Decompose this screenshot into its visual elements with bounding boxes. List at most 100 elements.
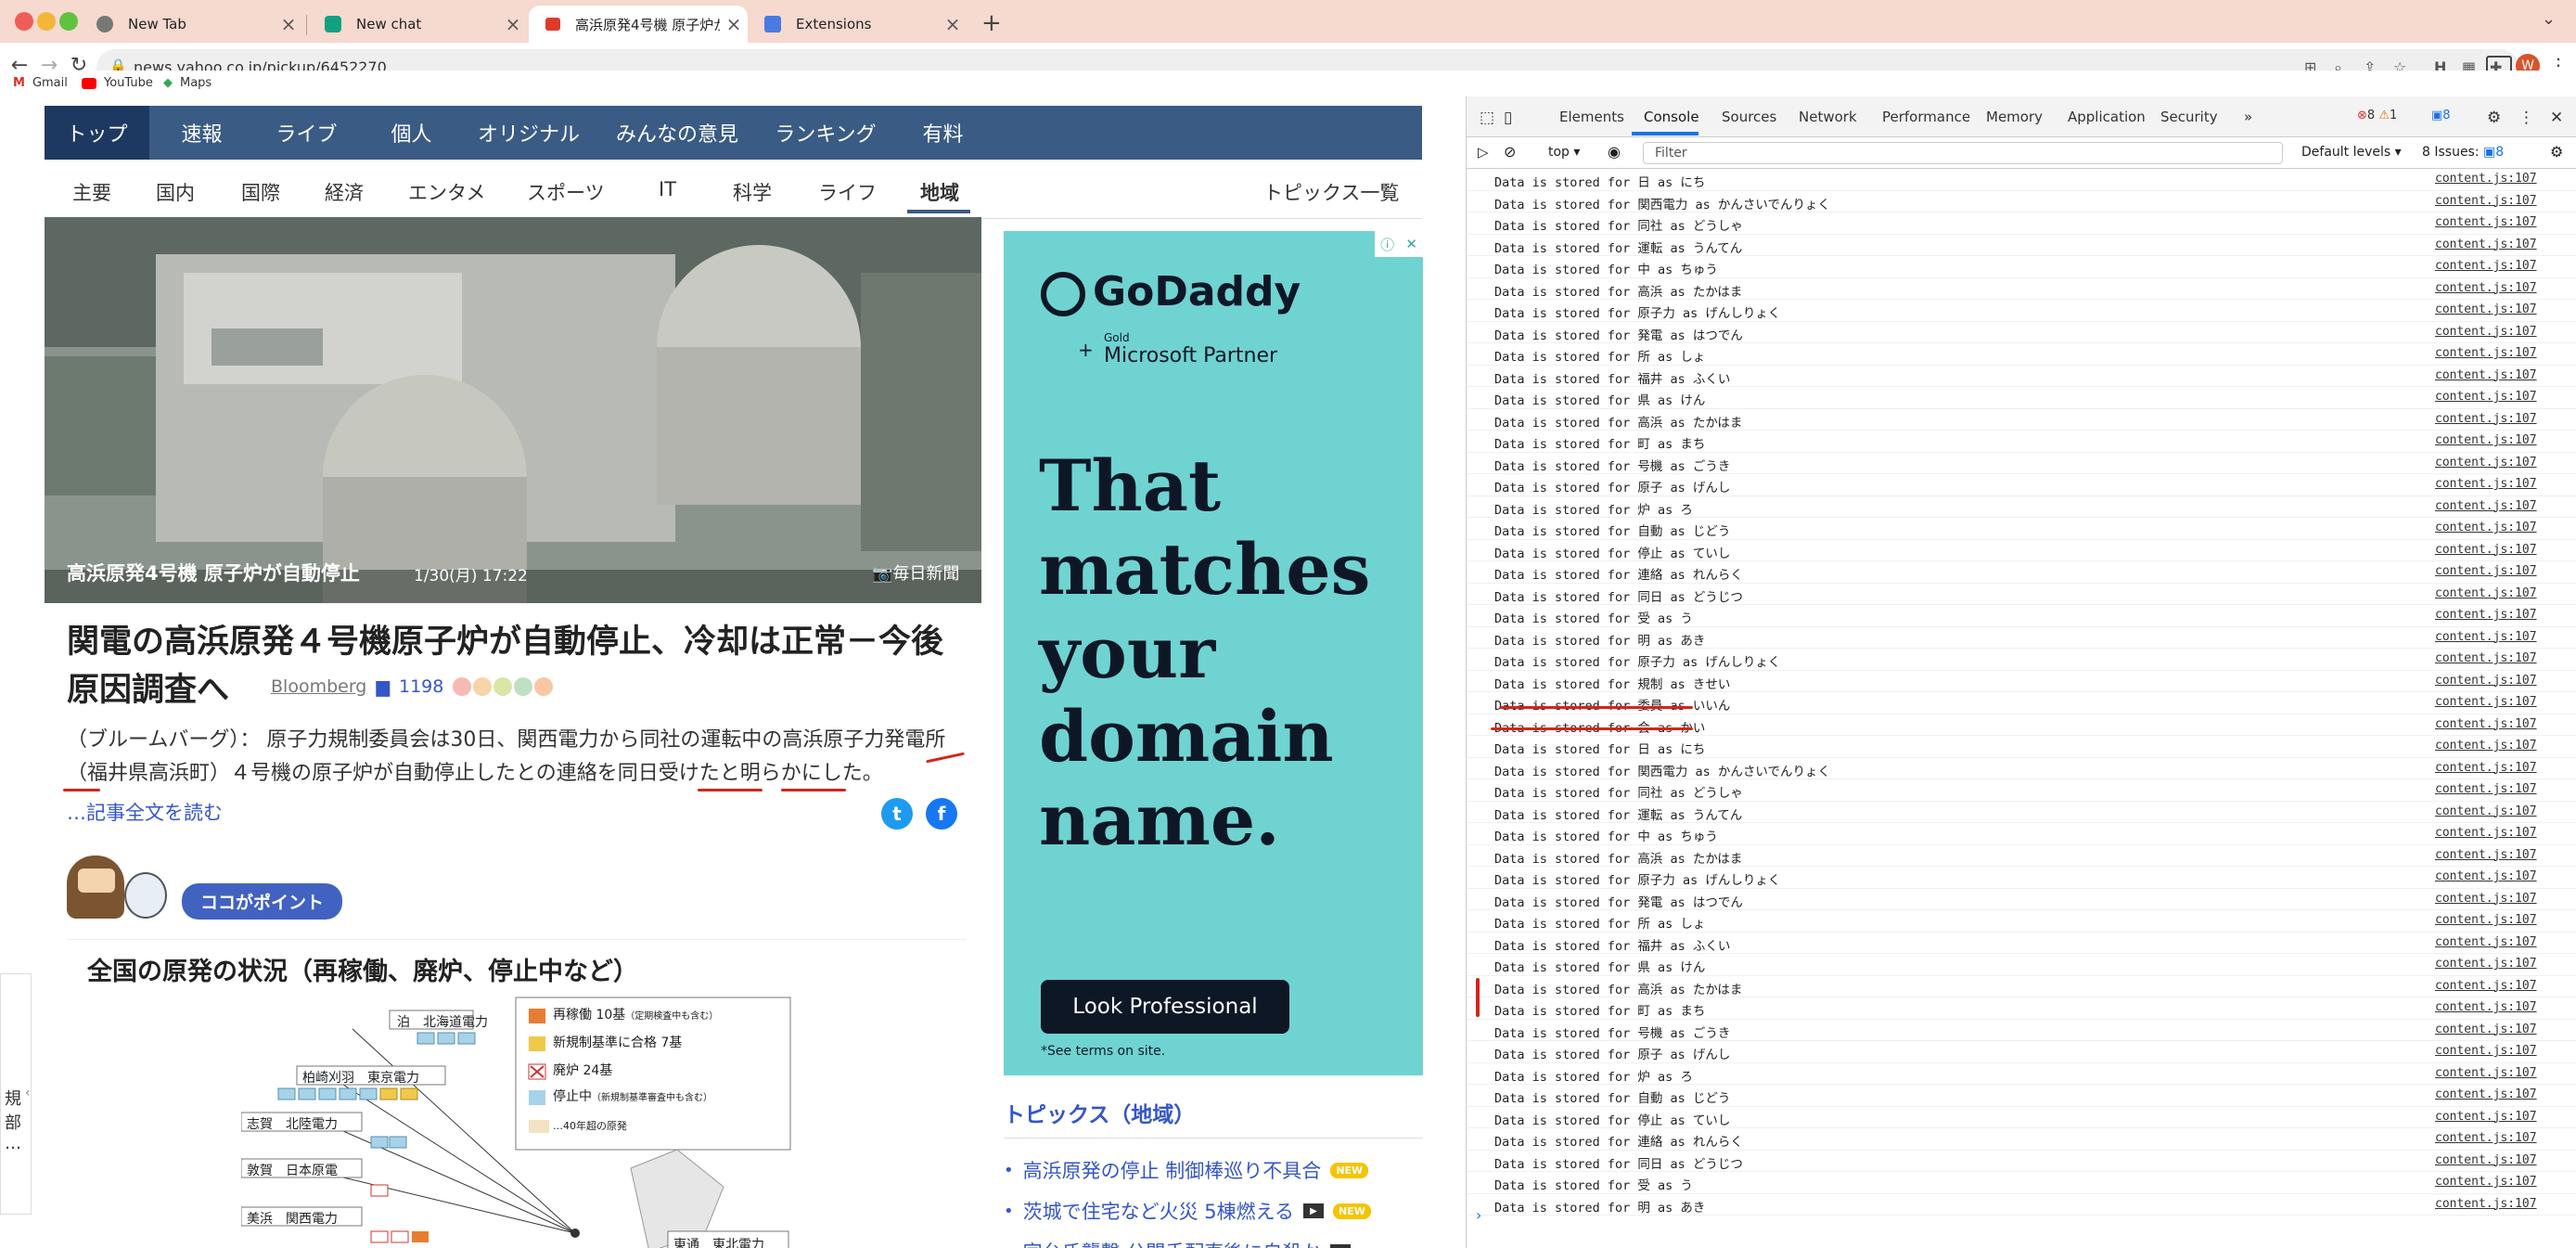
- tab-network[interactable]: Network: [1799, 109, 1857, 125]
- console-source-link[interactable]: content.js:107: [2435, 1044, 2537, 1058]
- tab-console[interactable]: Console: [1644, 109, 1699, 125]
- console-source-link[interactable]: content.js:107: [2435, 608, 2537, 622]
- close-window-icon[interactable]: [15, 12, 33, 31]
- ad-close-icon[interactable]: ✕: [1405, 236, 1417, 252]
- console-source-link[interactable]: content.js:107: [2435, 194, 2537, 208]
- console-filter-input[interactable]: Filter: [1643, 142, 2283, 164]
- cat-sports[interactable]: スポーツ: [527, 178, 605, 206]
- cat-domestic[interactable]: 国内: [156, 178, 195, 206]
- console-source-link[interactable]: content.js:107: [2435, 368, 2537, 382]
- nav-top[interactable]: トップ: [45, 106, 149, 160]
- console-source-link[interactable]: content.js:107: [2435, 826, 2537, 840]
- console-source-link[interactable]: content.js:107: [2435, 630, 2537, 644]
- cat-local[interactable]: 地域: [920, 178, 959, 206]
- nav-individual[interactable]: 個人: [359, 106, 464, 160]
- bookmark-maps[interactable]: ◆ Maps: [163, 76, 211, 90]
- nuclear-map-figure[interactable]: 再稼働 10基（定期検査中も含む） 新規制基準に合格 7基 廃炉 24基 停止中…: [240, 992, 798, 1248]
- console-source-link[interactable]: content.js:107: [2435, 782, 2537, 796]
- console-source-link[interactable]: content.js:107: [2435, 761, 2537, 775]
- cat-economy[interactable]: 経済: [325, 178, 364, 206]
- console-source-link[interactable]: content.js:107: [2435, 1023, 2537, 1036]
- point-button[interactable]: ココがポイント: [182, 883, 343, 920]
- godaddy-advertisement[interactable]: ⓘ ✕ GoDaddy + Gold Microsoft Partner That…: [1004, 231, 1423, 1075]
- nav-breaking[interactable]: 速報: [149, 106, 254, 160]
- console-source-link[interactable]: content.js:107: [2435, 238, 2537, 251]
- error-count[interactable]: ⊗8 ⚠1: [2357, 109, 2397, 122]
- close-tab-icon[interactable]: ×: [499, 13, 527, 35]
- tab-new-tab[interactable]: New Tab ×: [80, 6, 302, 43]
- nav-ranking[interactable]: ランキング: [761, 106, 891, 160]
- cat-life[interactable]: ライフ: [818, 178, 877, 206]
- console-source-link[interactable]: content.js:107: [2435, 477, 2537, 491]
- topic-item[interactable]: • 宮台氏襲撃 公開手配直後に自殺か ▶: [1004, 1231, 1423, 1248]
- console-source-link[interactable]: content.js:107: [2435, 325, 2537, 339]
- tab-extensions[interactable]: Extensions ×: [748, 6, 967, 43]
- console-source-link[interactable]: content.js:107: [2435, 892, 2537, 906]
- ad-info-close[interactable]: ⓘ ✕: [1375, 231, 1423, 257]
- hero-photo[interactable]: [45, 217, 981, 603]
- console-source-link[interactable]: content.js:107: [2435, 281, 2537, 295]
- tab-yahoo-news[interactable]: 高浜原発4号機 原子炉が自動停止 ×: [529, 6, 748, 43]
- console-source-link[interactable]: content.js:107: [2435, 1175, 2537, 1189]
- console-source-link[interactable]: content.js:107: [2435, 651, 2537, 665]
- twitter-share-icon[interactable]: t: [881, 798, 913, 830]
- console-source-link[interactable]: content.js:107: [2435, 433, 2537, 447]
- minimize-window-icon[interactable]: [37, 12, 56, 31]
- console-source-link[interactable]: content.js:107: [2435, 586, 2537, 600]
- nav-opinions[interactable]: みんなの意見: [594, 106, 761, 160]
- cat-international[interactable]: 国際: [241, 178, 280, 206]
- console-source-link[interactable]: content.js:107: [2435, 1153, 2537, 1167]
- console-source-link[interactable]: content.js:107: [2435, 215, 2537, 229]
- console-source-link[interactable]: content.js:107: [2435, 674, 2537, 688]
- article-headline[interactable]: 関電の高浜原発４号機原子炉が自動停止、冷却は正常－今後原因調査へ: [67, 618, 957, 714]
- console-source-link[interactable]: content.js:107: [2435, 499, 2537, 513]
- ad-cta-button[interactable]: Look Professional: [1041, 980, 1289, 1034]
- console-source-link[interactable]: content.js:107: [2435, 1000, 2537, 1014]
- cat-it[interactable]: IT: [659, 178, 676, 200]
- cat-main[interactable]: 主要: [72, 178, 111, 206]
- console-source-link[interactable]: content.js:107: [2435, 1087, 2537, 1101]
- close-tab-icon[interactable]: ×: [939, 13, 967, 35]
- topic-item[interactable]: • 茨城で住宅など火災 5棟燃える ▶ NEW: [1004, 1190, 1423, 1231]
- context-selector[interactable]: top ▾: [1548, 145, 1580, 160]
- console-source-link[interactable]: content.js:107: [2435, 1197, 2537, 1211]
- console-source-link[interactable]: content.js:107: [2435, 1110, 2537, 1124]
- read-full-article-link[interactable]: …記事全文を読む: [67, 798, 223, 826]
- message-count[interactable]: ▣8: [2431, 109, 2451, 122]
- tab-performance[interactable]: Performance: [1882, 109, 1970, 125]
- console-source-link[interactable]: content.js:107: [2435, 302, 2537, 316]
- tab-new-chat[interactable]: New chat ×: [308, 6, 527, 43]
- console-source-link[interactable]: content.js:107: [2435, 172, 2537, 186]
- console-source-link[interactable]: content.js:107: [2435, 935, 2537, 949]
- cat-science[interactable]: 科学: [733, 178, 772, 206]
- console-source-link[interactable]: content.js:107: [2435, 1066, 2537, 1080]
- console-source-link[interactable]: content.js:107: [2435, 979, 2537, 993]
- topics-list-link[interactable]: トピックス一覧: [1263, 178, 1399, 206]
- bookmark-youtube[interactable]: YouTube: [82, 76, 153, 90]
- issues-button[interactable]: 8 Issues: ▣8: [2422, 145, 2504, 160]
- console-source-link[interactable]: content.js:107: [2435, 259, 2537, 273]
- console-prompt-icon[interactable]: ›: [1476, 1206, 1481, 1224]
- new-tab-button[interactable]: +: [981, 9, 1002, 37]
- console-source-link[interactable]: content.js:107: [2435, 346, 2537, 360]
- maximize-window-icon[interactable]: [59, 12, 78, 31]
- cat-entertainment[interactable]: エンタメ: [408, 178, 485, 206]
- console-source-link[interactable]: content.js:107: [2435, 717, 2537, 731]
- console-source-link[interactable]: content.js:107: [2435, 695, 2537, 709]
- settings-gear-icon[interactable]: ⚙: [2487, 109, 2501, 127]
- console-source-link[interactable]: content.js:107: [2435, 848, 2537, 862]
- console-source-link[interactable]: content.js:107: [2435, 564, 2537, 578]
- console-source-link[interactable]: content.js:107: [2435, 739, 2537, 753]
- menu-kebab-icon[interactable]: ⋮: [2518, 109, 2534, 127]
- log-levels-select[interactable]: Default levels ▾: [2301, 145, 2402, 160]
- tab-security[interactable]: Security: [2160, 109, 2218, 125]
- bookmark-gmail[interactable]: M Gmail: [13, 76, 68, 90]
- comment-count[interactable]: 1198: [399, 676, 443, 697]
- chevron-left-icon[interactable]: ‹: [25, 1086, 31, 1100]
- left-rail-panel[interactable]: 規 部 … ‹: [0, 973, 32, 1215]
- console-source-link[interactable]: content.js:107: [2435, 1131, 2537, 1145]
- console-source-link[interactable]: content.js:107: [2435, 869, 2537, 883]
- facebook-share-icon[interactable]: f: [926, 798, 957, 830]
- tab-application[interactable]: Application: [2068, 109, 2146, 125]
- console-settings-icon[interactable]: ⚙: [2550, 143, 2563, 161]
